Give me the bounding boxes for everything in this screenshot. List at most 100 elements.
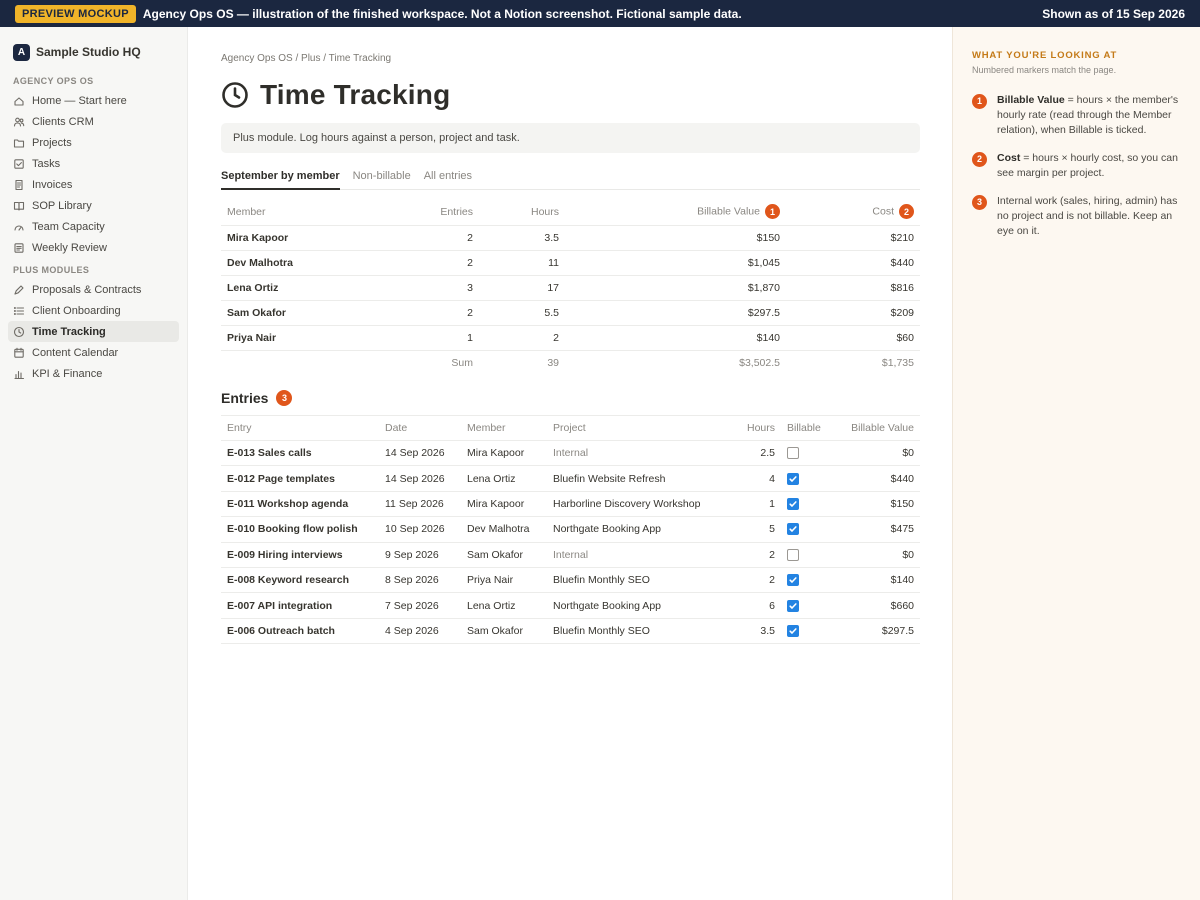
col-cost[interactable]: Cost 2 bbox=[786, 199, 920, 226]
project-cell: Internal bbox=[547, 542, 723, 568]
billable-cell[interactable] bbox=[781, 567, 833, 594]
billable-cell[interactable] bbox=[781, 618, 833, 645]
table-row[interactable]: E-009 Hiring interviews 9 Sep 2026 Sam Oka… bbox=[221, 542, 920, 568]
table-row[interactable]: Dev Malhotra 2 11 $1,045 $440 bbox=[221, 250, 920, 276]
sidebar-item-time-tracking[interactable]: Time Tracking bbox=[8, 321, 179, 342]
billable-cell[interactable] bbox=[781, 440, 833, 467]
entries-cell: 2 bbox=[391, 250, 479, 276]
sidebar-item-projects[interactable]: Projects bbox=[8, 132, 179, 153]
billable-checkbox-checked[interactable] bbox=[787, 625, 799, 638]
members-table-header: Member Entries Hours Billable Value 1 Cos… bbox=[221, 199, 920, 226]
sidebar-item-proposals-contracts[interactable]: Proposals & Contracts bbox=[8, 279, 179, 300]
entry-name-cell[interactable]: E-009 Hiring interviews bbox=[221, 542, 379, 568]
col-billable-value-label: Billable Value bbox=[697, 205, 760, 218]
breadcrumb[interactable]: Agency Ops OS / Plus / Time Tracking bbox=[221, 53, 391, 64]
col-billable-value[interactable]: Billable Value bbox=[833, 415, 920, 441]
col-member[interactable]: Member bbox=[461, 415, 547, 441]
sidebar-item-clients-crm[interactable]: Clients CRM bbox=[8, 111, 179, 132]
entry-name-cell[interactable]: E-012 Page templates bbox=[221, 465, 379, 492]
col-date[interactable]: Date bbox=[379, 415, 461, 441]
billable-checkbox-unchecked[interactable] bbox=[787, 548, 799, 561]
project-cell: Bluefin Monthly SEO bbox=[547, 618, 723, 645]
billable-checkbox-checked[interactable] bbox=[787, 472, 799, 485]
member-name-cell[interactable]: Mira Kapoor bbox=[221, 225, 391, 251]
sidebar: A Sample Studio HQ AGENCY OPS OS Home — … bbox=[0, 27, 188, 900]
table-row[interactable]: E-008 Keyword research 8 Sep 2026 Priya Na… bbox=[221, 567, 920, 594]
hours-cell: 4 bbox=[723, 465, 781, 492]
sidebar-item-client-onboarding[interactable]: Client Onboarding bbox=[8, 300, 179, 321]
table-row[interactable]: E-013 Sales calls 14 Sep 2026 Mira Kapoor I… bbox=[221, 440, 920, 467]
checkbox-icon bbox=[13, 158, 25, 170]
tab-september-by-member[interactable]: September by member bbox=[221, 170, 340, 190]
table-row[interactable]: E-012 Page templates 14 Sep 2026 Lena Orti… bbox=[221, 465, 920, 492]
member-name-cell[interactable]: Dev Malhotra bbox=[221, 250, 391, 276]
entry-name-cell[interactable]: E-013 Sales calls bbox=[221, 440, 379, 467]
table-row[interactable]: Sam Okafor 2 5.5 $297.5 $209 bbox=[221, 300, 920, 326]
col-hours[interactable]: Hours bbox=[723, 415, 781, 441]
table-row[interactable]: Lena Ortiz 3 17 $1,870 $816 bbox=[221, 275, 920, 301]
sidebar-item-invoices[interactable]: Invoices bbox=[8, 174, 179, 195]
banner-date: Shown as of 15 Sep 2026 bbox=[1042, 6, 1185, 21]
tab-non-billable[interactable]: Non-billable bbox=[353, 170, 411, 190]
marker-3: 3 bbox=[276, 390, 293, 406]
entry-name-cell[interactable]: E-010 Booking flow polish bbox=[221, 516, 379, 543]
workspace-switcher[interactable]: A Sample Studio HQ bbox=[8, 41, 179, 61]
col-hours[interactable]: Hours bbox=[479, 199, 565, 226]
col-member[interactable]: Member bbox=[221, 199, 391, 226]
entry-name-cell[interactable]: E-006 Outreach batch bbox=[221, 618, 379, 645]
table-row[interactable]: E-011 Workshop agenda 11 Sep 2026 Mira Kap… bbox=[221, 491, 920, 518]
billable-checkbox-unchecked[interactable] bbox=[787, 447, 799, 460]
sidebar-item-tasks[interactable]: Tasks bbox=[8, 153, 179, 174]
date-cell: 9 Sep 2026 bbox=[379, 542, 461, 568]
member-name-cell[interactable]: Sam Okafor bbox=[221, 300, 391, 326]
billable-cell[interactable] bbox=[781, 542, 833, 568]
sidebar-item-label: Weekly Review bbox=[32, 241, 107, 254]
col-project[interactable]: Project bbox=[547, 415, 723, 441]
billable-checkbox-checked[interactable] bbox=[787, 599, 799, 612]
panel-title: WHAT YOU'RE LOOKING AT bbox=[972, 50, 1118, 61]
sidebar-item-team-capacity[interactable]: Team Capacity bbox=[8, 216, 179, 237]
table-row[interactable]: Mira Kapoor 2 3.5 $150 $210 bbox=[221, 225, 920, 251]
billable-checkbox-checked[interactable] bbox=[787, 498, 799, 511]
sum-cost: $1,735 bbox=[881, 356, 914, 369]
col-billable-value[interactable]: Billable Value 1 bbox=[565, 199, 786, 226]
billable-cell[interactable] bbox=[781, 465, 833, 492]
sidebar-item-sop-library[interactable]: SOP Library bbox=[8, 195, 179, 216]
table-row[interactable]: Priya Nair 1 2 $140 $60 bbox=[221, 325, 920, 351]
col-entries[interactable]: Entries bbox=[391, 199, 479, 226]
sidebar-item-label: Tasks bbox=[32, 157, 61, 170]
member-name-cell[interactable]: Lena Ortiz bbox=[221, 275, 391, 301]
sidebar-nav-plus: Proposals & Contracts Client Onboarding Ti… bbox=[8, 279, 179, 384]
panel-notes: 1 Billable Value = hours × the member's h… bbox=[972, 93, 1182, 239]
table-row[interactable]: E-010 Booking flow polish 10 Sep 2026 Dev … bbox=[221, 516, 920, 543]
entry-name-cell[interactable]: E-011 Workshop agenda bbox=[221, 491, 379, 518]
table-row[interactable]: E-006 Outreach batch 4 Sep 2026 Sam Okafor… bbox=[221, 618, 920, 645]
note-text: Billable Value = hours × the member's ho… bbox=[997, 93, 1182, 138]
billable-checkbox-checked[interactable] bbox=[787, 523, 799, 536]
cost-cell: $209 bbox=[786, 300, 920, 326]
billable-value-cell: $475 bbox=[833, 516, 920, 543]
note-text: Cost = hours × hourly cost, so you can s… bbox=[997, 151, 1182, 181]
explainer-panel: WHAT YOU'RE LOOKING AT Numbered markers … bbox=[952, 27, 1200, 900]
entry-name-cell[interactable]: E-008 Keyword research bbox=[221, 567, 379, 594]
sidebar-section-label: AGENCY OPS OS bbox=[13, 76, 94, 86]
col-entry[interactable]: Entry bbox=[221, 415, 379, 441]
entry-name-cell[interactable]: E-007 API integration bbox=[221, 592, 379, 619]
sidebar-item-kpi-finance[interactable]: KPI & Finance bbox=[8, 363, 179, 384]
hours-cell: 2.5 bbox=[723, 440, 781, 467]
hours-cell: 5.5 bbox=[479, 300, 565, 326]
entries-table: Entry Date Member Project Hours Billable… bbox=[221, 415, 920, 645]
member-name-cell[interactable]: Priya Nair bbox=[221, 325, 391, 351]
billable-cell[interactable] bbox=[781, 592, 833, 619]
table-row[interactable]: E-007 API integration 7 Sep 2026 Lena Orti… bbox=[221, 592, 920, 619]
billable-checkbox-checked[interactable] bbox=[787, 574, 799, 587]
tab-all-entries[interactable]: All entries bbox=[424, 170, 472, 190]
sidebar-item-weekly-review[interactable]: Weekly Review bbox=[8, 237, 179, 258]
member-cell: Mira Kapoor bbox=[461, 491, 547, 518]
sidebar-item-content-calendar[interactable]: Content Calendar bbox=[8, 342, 179, 363]
sidebar-item-home-start-here[interactable]: Home — Start here bbox=[8, 90, 179, 111]
billable-cell[interactable] bbox=[781, 516, 833, 543]
billable-cell[interactable] bbox=[781, 491, 833, 518]
receipt-icon bbox=[13, 179, 25, 191]
col-billable[interactable]: Billable bbox=[781, 415, 833, 441]
